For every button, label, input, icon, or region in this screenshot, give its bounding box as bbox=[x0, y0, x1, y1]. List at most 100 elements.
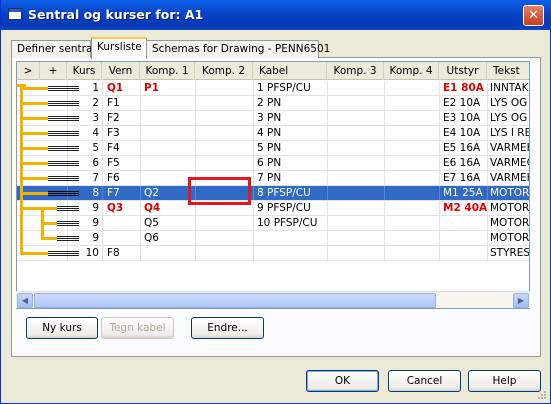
cell-komp3[interactable] bbox=[329, 81, 384, 96]
column-header-vern[interactable]: Vern bbox=[102, 62, 140, 80]
cell-utstyr[interactable]: E5 16A bbox=[441, 141, 487, 156]
scrollbar-thumb[interactable] bbox=[34, 293, 436, 308]
cell-komp4[interactable] bbox=[386, 111, 439, 126]
cell-komp4[interactable] bbox=[386, 231, 439, 246]
resize-grip-icon[interactable] bbox=[536, 389, 547, 400]
cell-komp2[interactable] bbox=[197, 156, 253, 171]
tegn-kabel-button[interactable]: Tegn kabel bbox=[101, 317, 174, 339]
cell-vern[interactable]: F8 bbox=[105, 246, 140, 261]
cell-tekst[interactable]: MOTOR bbox=[488, 201, 529, 216]
cell-komp2[interactable] bbox=[197, 141, 253, 156]
scroll-left-icon[interactable]: ◀ bbox=[17, 293, 33, 308]
cell-komp1[interactable]: Q6 bbox=[142, 231, 195, 246]
cell-komp3[interactable] bbox=[329, 111, 384, 126]
cell-komp1[interactable] bbox=[142, 111, 195, 126]
cell-kurs[interactable]: 6 bbox=[67, 156, 102, 171]
cell-utstyr[interactable]: E7 16A bbox=[441, 171, 487, 186]
cell-kabel[interactable]: 3 PN bbox=[255, 111, 327, 126]
table-row[interactable]: 2 F1 2 PN E2 10A LYS OG bbox=[17, 96, 529, 111]
cell-kabel[interactable]: 9 PFSP/CU bbox=[255, 201, 327, 216]
column-header-komp4[interactable]: Komp. 4 bbox=[384, 62, 439, 80]
cell-komp3[interactable] bbox=[329, 141, 384, 156]
course-grid[interactable]: > + Kurs Vern Komp. 1 Komp. 2 Kabel Komp… bbox=[16, 61, 530, 309]
cell-utstyr[interactable]: E1 80A bbox=[441, 81, 487, 96]
cell-utstyr[interactable] bbox=[441, 246, 487, 261]
ny-kurs-button[interactable]: Ny kurs bbox=[26, 317, 98, 339]
cell-kurs[interactable]: 9 bbox=[67, 231, 102, 246]
cell-utstyr[interactable]: E2 10A bbox=[441, 96, 487, 111]
cell-utstyr[interactable]: E6 16A bbox=[441, 156, 487, 171]
title-bar[interactable]: Sentral og kurser for: A1 ✕ bbox=[1, 0, 551, 30]
table-row[interactable]: 3 F2 3 PN E3 10A LYS OG bbox=[17, 111, 529, 126]
cell-komp3[interactable] bbox=[329, 216, 384, 231]
cell-vern[interactable]: F6 bbox=[105, 171, 140, 186]
column-header-expand[interactable]: > bbox=[17, 62, 40, 80]
cell-kabel[interactable]: 7 PN bbox=[255, 171, 327, 186]
column-header-komp1[interactable]: Komp. 1 bbox=[140, 62, 195, 80]
cell-kabel[interactable]: 10 PFSP/CU bbox=[255, 216, 327, 231]
cell-komp1[interactable]: P1 bbox=[142, 81, 195, 96]
cell-tekst[interactable]: LYS OG bbox=[488, 96, 529, 111]
tab-definer-sentral[interactable]: Definer sentral bbox=[11, 40, 95, 58]
cell-tekst[interactable]: MOTOR bbox=[488, 231, 529, 246]
cell-komp3[interactable] bbox=[329, 231, 384, 246]
cell-komp3[interactable] bbox=[329, 96, 384, 111]
tab-schemas-for-drawing[interactable]: Schemas for Drawing - PENN6501 bbox=[146, 40, 330, 58]
cell-tekst[interactable]: VARMEK bbox=[488, 141, 529, 156]
cell-komp4[interactable] bbox=[386, 186, 439, 201]
cell-komp3[interactable] bbox=[329, 171, 384, 186]
cell-vern[interactable] bbox=[105, 231, 140, 246]
column-header-kurs[interactable]: Kurs bbox=[67, 62, 102, 80]
column-header-add[interactable]: + bbox=[40, 62, 67, 80]
cell-vern[interactable]: F4 bbox=[105, 141, 140, 156]
table-row[interactable]: 4 F3 4 PN E4 10A LYS I RE bbox=[17, 126, 529, 141]
cell-komp4[interactable] bbox=[386, 171, 439, 186]
cell-vern[interactable]: F1 bbox=[105, 96, 140, 111]
cell-utstyr[interactable]: M2 40A bbox=[441, 201, 487, 216]
cell-kabel[interactable]: 4 PN bbox=[255, 126, 327, 141]
cell-komp4[interactable] bbox=[386, 216, 439, 231]
table-row[interactable]: 9 Q6 MOTOR bbox=[17, 231, 529, 246]
cell-tekst[interactable]: MOTOR bbox=[488, 216, 529, 231]
cell-kabel[interactable]: 6 PN bbox=[255, 156, 327, 171]
table-row[interactable]: 1 Q1 P1 1 PFSP/CU E1 80A INNTAK bbox=[17, 81, 529, 99]
table-row[interactable]: 7 F6 7 PN E7 16A VARMEK bbox=[17, 171, 529, 186]
close-button[interactable]: ✕ bbox=[523, 5, 544, 26]
cell-kurs[interactable]: 10 bbox=[67, 246, 102, 261]
cell-kurs[interactable]: 1 bbox=[67, 81, 102, 96]
cell-komp2[interactable] bbox=[197, 216, 253, 231]
cell-komp2[interactable] bbox=[197, 96, 253, 111]
cell-kurs[interactable]: 8 bbox=[67, 186, 102, 201]
cell-tekst[interactable]: MOTOR bbox=[488, 186, 529, 201]
cell-komp2[interactable] bbox=[197, 231, 253, 246]
table-row[interactable]: 6 F5 6 PN E6 16A VARMEC bbox=[17, 156, 529, 171]
table-row[interactable]: 9 Q5 10 PFSP/CU MOTOR bbox=[17, 216, 529, 231]
cell-komp4[interactable] bbox=[386, 96, 439, 111]
cell-vern[interactable]: F7 bbox=[105, 186, 140, 201]
cell-tekst[interactable]: INNTAK bbox=[488, 81, 529, 96]
column-header-utstyr[interactable]: Utstyr bbox=[439, 62, 487, 80]
table-row[interactable]: 8 F7 Q2 8 PFSP/CU M1 25A MOTOR bbox=[17, 186, 529, 201]
endre-button[interactable]: Endre... bbox=[191, 317, 264, 339]
horizontal-scrollbar[interactable]: ◀ ▶ bbox=[16, 291, 530, 308]
cell-komp2[interactable] bbox=[197, 246, 253, 261]
cell-komp3[interactable] bbox=[329, 156, 384, 171]
column-header-komp3[interactable]: Komp. 3 bbox=[327, 62, 384, 80]
cell-komp4[interactable] bbox=[386, 126, 439, 141]
cell-komp4[interactable] bbox=[386, 156, 439, 171]
cell-komp1[interactable] bbox=[142, 246, 195, 261]
cell-vern[interactable]: Q1 bbox=[105, 81, 140, 96]
cell-komp2[interactable] bbox=[197, 111, 253, 126]
cell-komp4[interactable] bbox=[386, 201, 439, 216]
scroll-right-icon[interactable]: ▶ bbox=[513, 293, 529, 308]
cell-utstyr[interactable]: E3 10A bbox=[441, 111, 487, 126]
table-row[interactable]: 5 F4 5 PN E5 16A VARMEK bbox=[17, 141, 529, 156]
column-header-tekst[interactable]: Tekst bbox=[487, 62, 529, 80]
cell-komp1[interactable] bbox=[142, 126, 195, 141]
cell-komp4[interactable] bbox=[386, 81, 439, 96]
cell-komp1[interactable] bbox=[142, 141, 195, 156]
tab-kursliste[interactable]: Kursliste bbox=[91, 37, 147, 59]
cell-komp3[interactable] bbox=[329, 201, 384, 216]
cell-vern[interactable]: F2 bbox=[105, 111, 140, 126]
column-header-komp2[interactable]: Komp. 2 bbox=[195, 62, 253, 80]
